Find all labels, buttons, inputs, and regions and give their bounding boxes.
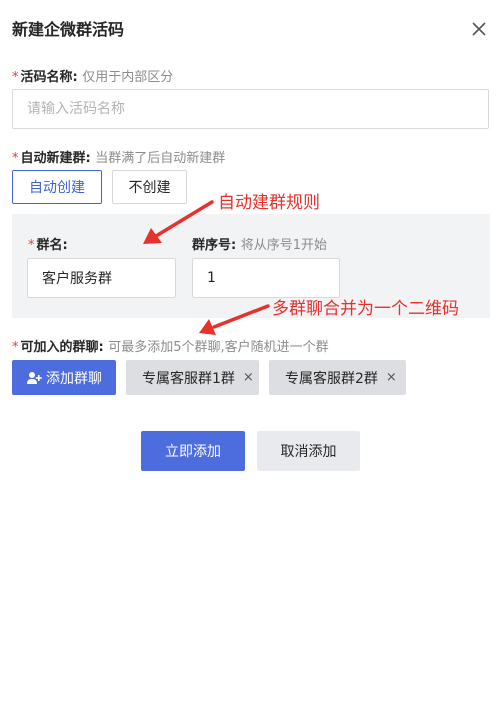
- add-user-icon: [27, 371, 42, 384]
- add-group-button[interactable]: 添加群聊: [12, 360, 116, 395]
- name-label-text: 活码名称:: [20, 70, 78, 85]
- group-tag: 专属客服群2群 ×: [269, 360, 406, 395]
- group-name-label: * 群名:: [28, 234, 68, 253]
- cancel-button[interactable]: 取消添加: [257, 431, 360, 471]
- required-mark: *: [12, 70, 19, 85]
- close-icon: [472, 22, 486, 36]
- dialog-title: 新建企微群活码: [12, 20, 125, 39]
- annotation-auto-rule: 自动建群规则: [218, 193, 320, 213]
- no-create-option[interactable]: 不创建: [112, 170, 187, 204]
- annotation-merge-note: 多群聊合并为一个二维码: [272, 299, 459, 319]
- auto-group-label: * 自动新建群: 当群满了后自动新建群: [12, 147, 225, 166]
- group-tag-label: 专属客服群1群: [142, 370, 235, 387]
- name-input[interactable]: [12, 89, 489, 129]
- group-name-input[interactable]: 客户服务群: [27, 258, 176, 298]
- tag-close-icon[interactable]: ×: [243, 370, 254, 385]
- required-mark: *: [28, 238, 35, 253]
- group-name-label-text: 群名:: [36, 238, 68, 253]
- auto-group-label-text: 自动新建群:: [20, 151, 91, 166]
- auto-group-hint: 当群满了后自动新建群: [95, 151, 226, 166]
- required-mark: *: [12, 340, 19, 355]
- name-hint: 仅用于内部区分: [82, 70, 174, 85]
- group-seq-label: 群序号: 将从序号1开始: [192, 234, 327, 253]
- tag-close-icon[interactable]: ×: [386, 370, 397, 385]
- group-tag-label: 专属客服群2群: [285, 370, 378, 387]
- group-tag: 专属客服群1群 ×: [126, 360, 259, 395]
- name-field-label: * 活码名称: 仅用于内部区分: [12, 66, 173, 85]
- joinable-groups-hint: 可最多添加5个群聊,客户随机进一个群: [108, 340, 329, 355]
- close-button[interactable]: [464, 14, 494, 44]
- joinable-groups-label: * 可加入的群聊: 可最多添加5个群聊,客户随机进一个群: [12, 336, 329, 355]
- group-seq-hint: 将从序号1开始: [240, 238, 328, 253]
- confirm-button[interactable]: 立即添加: [141, 431, 245, 471]
- group-seq-input[interactable]: 1: [192, 258, 340, 298]
- required-mark: *: [12, 151, 19, 166]
- group-seq-label-text: 群序号:: [192, 238, 237, 253]
- auto-create-option[interactable]: 自动创建: [12, 170, 102, 204]
- joinable-groups-label-text: 可加入的群聊:: [20, 340, 104, 355]
- add-group-label: 添加群聊: [46, 370, 102, 387]
